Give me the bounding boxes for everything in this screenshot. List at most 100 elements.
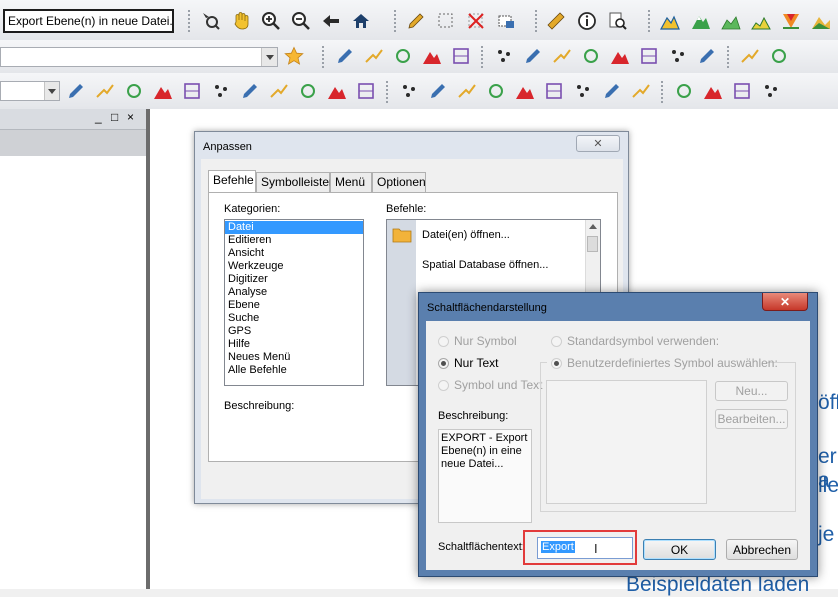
dots-icon[interactable] xyxy=(630,80,652,102)
find-icon[interactable] xyxy=(606,10,628,32)
radio-symbol-only[interactable] xyxy=(438,336,449,347)
ruler-icon[interactable] xyxy=(545,10,567,32)
info-icon[interactable] xyxy=(576,10,598,32)
radio-custom-symbol[interactable] xyxy=(551,358,562,369)
grid-icon[interactable] xyxy=(181,80,203,102)
digitize-curve-icon[interactable] xyxy=(392,45,414,67)
edit-button[interactable]: Bearbeiten... xyxy=(715,409,788,429)
pattern-icon[interactable] xyxy=(268,80,290,102)
mountain-icon[interactable] xyxy=(398,80,420,102)
digitize-line-icon[interactable] xyxy=(334,45,356,67)
radio-symbol-and-text[interactable] xyxy=(438,380,449,391)
scale-dropdown[interactable] xyxy=(0,81,60,101)
category-item[interactable]: Neues Menü xyxy=(225,351,363,364)
minimize-button[interactable]: _ xyxy=(95,110,102,124)
globe-icon[interactable] xyxy=(297,80,319,102)
tab-symbolleisten[interactable]: Symbolleisten xyxy=(256,172,336,192)
scroll-up-icon[interactable] xyxy=(589,224,597,229)
filter-icon[interactable] xyxy=(65,80,87,102)
digitize-area-icon[interactable] xyxy=(421,45,443,67)
fountain-icon[interactable] xyxy=(572,80,594,102)
new-button[interactable]: Neu... xyxy=(715,381,788,401)
digitize-point-icon[interactable] xyxy=(493,45,515,67)
layer-dropdown[interactable] xyxy=(0,47,278,67)
digitize-grid-icon[interactable] xyxy=(580,45,602,67)
digitize-line2-icon[interactable] xyxy=(363,45,385,67)
contour-icon[interactable] xyxy=(326,80,348,102)
categories-list[interactable]: Datei Editieren Ansicht Werkzeuge Digitizer A… xyxy=(224,219,364,386)
maximize-button[interactable]: □ xyxy=(111,110,118,124)
tower-icon[interactable] xyxy=(543,80,565,102)
pan-hand-icon[interactable] xyxy=(230,10,252,32)
resize-icon[interactable] xyxy=(768,45,790,67)
category-item[interactable]: Editieren xyxy=(225,234,363,247)
radio-text-only[interactable] xyxy=(438,358,449,369)
star-icon[interactable] xyxy=(283,45,305,67)
move-cross-icon[interactable] xyxy=(739,45,761,67)
home-icon[interactable] xyxy=(350,10,372,32)
terrain-mountain-icon[interactable] xyxy=(659,10,681,32)
tab-menue[interactable]: Menü xyxy=(330,172,372,192)
points-search-icon[interactable] xyxy=(152,80,174,102)
button-text-input[interactable]: Export I xyxy=(537,537,633,559)
category-item[interactable]: Werkzeuge xyxy=(225,260,363,273)
command-item[interactable]: Spatial Database öffnen... xyxy=(422,259,548,271)
close-button[interactable]: ✕ xyxy=(576,135,620,152)
close-button[interactable]: ✕ xyxy=(762,293,808,311)
viewshed-icon[interactable] xyxy=(780,10,802,32)
grass-icon[interactable] xyxy=(427,80,449,102)
digitize-vertex-icon[interactable] xyxy=(638,45,660,67)
key-icon[interactable] xyxy=(673,80,695,102)
building-icon[interactable] xyxy=(514,80,536,102)
points-color-icon[interactable] xyxy=(123,80,145,102)
close-button[interactable]: × xyxy=(127,110,134,124)
terrain-profile-icon[interactable] xyxy=(750,10,772,32)
network-icon[interactable] xyxy=(355,80,377,102)
digitize-move-icon[interactable] xyxy=(609,45,631,67)
radio-standard-symbol[interactable] xyxy=(551,336,562,347)
category-item[interactable]: Ansicht xyxy=(225,247,363,260)
category-item[interactable]: Datei xyxy=(225,221,363,234)
toolbar-grip[interactable] xyxy=(481,46,486,68)
tab-befehle[interactable]: Befehle xyxy=(208,170,256,192)
toolbar-grip[interactable] xyxy=(322,46,327,68)
edit-table-icon[interactable] xyxy=(495,10,517,32)
delete-x-icon[interactable] xyxy=(465,10,487,32)
command-item[interactable]: Datei(en) öffnen... xyxy=(422,229,510,241)
ok-button[interactable]: OK xyxy=(643,539,716,560)
select-dotted-icon[interactable] xyxy=(435,10,457,32)
mountain2-icon[interactable] xyxy=(760,80,782,102)
digitize-measure-icon[interactable] xyxy=(522,45,544,67)
tree-icon[interactable] xyxy=(456,80,478,102)
category-item[interactable]: Ebene xyxy=(225,299,363,312)
edit-pen-icon[interactable] xyxy=(210,80,232,102)
scroll-thumb[interactable] xyxy=(587,236,598,252)
toolbar-grip[interactable] xyxy=(188,10,193,32)
zoom-in-icon[interactable] xyxy=(260,10,282,32)
zoom-tool-icon[interactable] xyxy=(200,10,222,32)
toolbar-grip[interactable] xyxy=(386,81,391,103)
category-item[interactable]: Analyse xyxy=(225,286,363,299)
category-item[interactable]: Digitizer xyxy=(225,273,363,286)
zoom-out-icon[interactable] xyxy=(290,10,312,32)
digitize-extend-icon[interactable] xyxy=(696,45,718,67)
chevron-down-icon[interactable] xyxy=(261,48,277,66)
points-icon[interactable] xyxy=(94,80,116,102)
gps-icon[interactable] xyxy=(551,45,573,67)
category-item[interactable]: GPS xyxy=(225,325,363,338)
toolbar-grip[interactable] xyxy=(394,10,399,32)
category-item[interactable]: Hilfe xyxy=(225,338,363,351)
cancel-button[interactable]: Abbrechen xyxy=(726,539,798,560)
water-drop-icon[interactable] xyxy=(601,80,623,102)
triangle-icon[interactable] xyxy=(239,80,261,102)
frame-icon[interactable] xyxy=(702,80,724,102)
toolbar-grip[interactable] xyxy=(648,10,653,32)
terrain-extra-icon[interactable] xyxy=(810,10,832,32)
back-arrow-icon[interactable] xyxy=(320,10,342,32)
toolbar-grip[interactable] xyxy=(727,46,732,68)
terrain-flat-icon[interactable] xyxy=(720,10,742,32)
command-label-box[interactable]: Export Ebene(n) in neue Datei... xyxy=(3,9,174,33)
toolbar-grip[interactable] xyxy=(661,81,666,103)
terrain-icon[interactable] xyxy=(690,10,712,32)
symbol-grid[interactable] xyxy=(546,380,707,504)
